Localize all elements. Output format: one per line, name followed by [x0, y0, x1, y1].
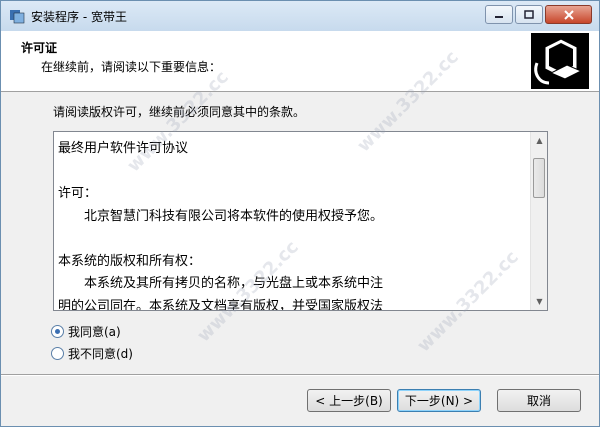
license-text-box[interactable]: 最终用户软件许可协议 许可： 北京智慧门科技有限公司将本软件的使用权授予您。 本… — [53, 131, 548, 311]
installer-app-icon — [10, 10, 25, 24]
maximize-icon — [524, 10, 534, 19]
agree-option[interactable]: 我同意(a) — [51, 323, 121, 340]
close-icon — [563, 9, 574, 20]
page-subtitle: 在继续前，请阅读以下重要信息： — [41, 60, 222, 74]
minimize-icon — [495, 15, 503, 18]
computer-setup-icon — [531, 33, 589, 89]
license-text: 最终用户软件许可协议 许可： 北京智慧门科技有限公司将本软件的使用权授予您。 本… — [58, 141, 384, 311]
license-scrollbar[interactable]: ▲ ▼ — [530, 132, 547, 310]
back-button[interactable]: < 上一步(B) — [307, 389, 391, 412]
disagree-radio[interactable] — [51, 347, 64, 360]
footer-divider — [1, 374, 599, 376]
scroll-up-arrow-icon[interactable]: ▲ — [531, 132, 547, 149]
scroll-down-arrow-icon[interactable]: ▼ — [531, 293, 547, 310]
wizard-header: 许可证 在继续前，请阅读以下重要信息： — [1, 31, 599, 92]
cancel-button[interactable]: 取消 — [497, 389, 581, 412]
title-bar[interactable]: 安装程序 - 宽带王 — [1, 1, 599, 31]
disagree-option[interactable]: 我不同意(d) — [51, 345, 133, 362]
window-title: 安装程序 - 宽带王 — [31, 10, 127, 24]
page-title: 许可证 — [21, 41, 58, 55]
scroll-thumb[interactable] — [533, 158, 545, 198]
close-button[interactable] — [545, 5, 592, 24]
next-button[interactable]: 下一步(N) > — [397, 389, 481, 412]
agree-radio[interactable] — [51, 325, 64, 338]
maximize-button[interactable] — [515, 5, 543, 24]
minimize-button[interactable] — [485, 5, 513, 24]
license-instruction: 请阅读版权许可，继续前必须同意其中的条款。 — [53, 105, 306, 119]
disagree-label[interactable]: 我不同意(d) — [68, 345, 133, 362]
installer-window: 安装程序 - 宽带王 许可证 在继续前，请阅读以下重要信息： 请阅读版权许可，继… — [0, 0, 600, 427]
agree-label[interactable]: 我同意(a) — [68, 323, 121, 340]
